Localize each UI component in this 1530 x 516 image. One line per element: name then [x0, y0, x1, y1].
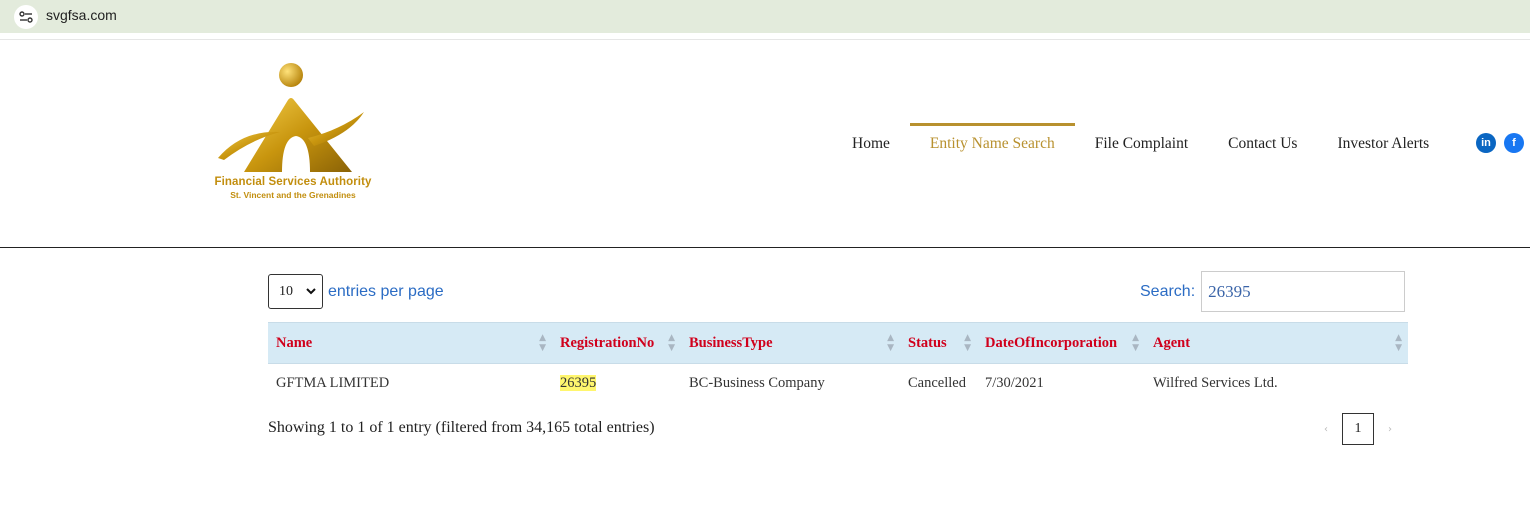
- sort-icon: ▲ ▼: [1395, 333, 1402, 353]
- site-info-icon[interactable]: [14, 5, 38, 29]
- cell-agent: Wilfred Services Ltd.: [1153, 375, 1278, 392]
- nav-contact-us[interactable]: Contact Us: [1208, 123, 1317, 168]
- browser-address-bar: svgfsa.com: [0, 0, 1530, 33]
- column-header-name[interactable]: Name ▲ ▼: [268, 322, 552, 364]
- search-input[interactable]: [1201, 271, 1406, 312]
- next-page-button[interactable]: ›: [1374, 424, 1406, 435]
- pagination: ‹ 1 ›: [1310, 413, 1406, 445]
- prev-page-button[interactable]: ‹: [1310, 424, 1342, 435]
- entity-results-table: Name ▲ ▼ RegistrationNo ▲ ▼ BusinessType ▲…: [268, 322, 1408, 404]
- logo-subtitle: St. Vincent and the Grenadines: [230, 190, 356, 200]
- sort-icon: ▲ ▼: [1132, 333, 1139, 353]
- column-header-agent[interactable]: Agent ▲ ▼: [1145, 322, 1408, 364]
- table-header-row: Name ▲ ▼ RegistrationNo ▲ ▼ BusinessType ▲…: [268, 322, 1408, 364]
- column-header-dateofincorporation[interactable]: DateOfIncorporation ▲ ▼: [977, 322, 1145, 364]
- cell-date-of-incorporation: 7/30/2021: [985, 375, 1044, 392]
- entries-length-control: 10 entries per page: [268, 274, 444, 309]
- nav-home[interactable]: Home: [832, 123, 910, 168]
- social-links: in f: [1476, 133, 1524, 153]
- entries-per-page-value: 10: [279, 283, 293, 299]
- nav-investor-alerts[interactable]: Investor Alerts: [1317, 123, 1449, 168]
- logo-emblem-icon: [218, 63, 364, 172]
- column-header-registrationno[interactable]: RegistrationNo ▲ ▼: [552, 322, 681, 364]
- chevron-down-icon: [306, 288, 316, 295]
- sort-icon: ▲ ▼: [887, 333, 894, 353]
- sort-icon: ▲ ▼: [668, 333, 675, 353]
- cell-status: Cancelled: [908, 375, 966, 392]
- facebook-icon[interactable]: f: [1504, 133, 1524, 153]
- column-header-status[interactable]: Status ▲ ▼: [900, 322, 977, 364]
- column-header-businesstype[interactable]: BusinessType ▲ ▼: [681, 322, 900, 364]
- sort-icon: ▲ ▼: [964, 333, 971, 353]
- page-button-current[interactable]: 1: [1342, 413, 1374, 445]
- entries-per-page-label: entries per page: [328, 282, 444, 300]
- table-info: Showing 1 to 1 of 1 entry (filtered from…: [268, 419, 655, 436]
- nav-entity-name-search[interactable]: Entity Name Search: [909, 123, 1075, 168]
- cell-business-type: BC-Business Company: [689, 375, 825, 392]
- entries-per-page-select[interactable]: 10: [268, 274, 323, 309]
- sort-icon: ▲ ▼: [539, 333, 546, 353]
- main-nav: Home Entity Name Search File Complaint C…: [832, 123, 1449, 168]
- address-url[interactable]: svgfsa.com: [46, 7, 117, 23]
- logo-title: Financial Services Authority: [214, 176, 372, 188]
- cell-name: GFTMA LIMITED: [276, 375, 390, 392]
- linkedin-icon[interactable]: in: [1476, 133, 1496, 153]
- search-highlight: 26395: [560, 375, 597, 392]
- cell-registration-no: 26395: [552, 364, 681, 404]
- nav-file-complaint[interactable]: File Complaint: [1075, 123, 1208, 168]
- table-row[interactable]: GFTMA LIMITED 26395 BC-Business Company …: [268, 364, 1408, 404]
- divider: [0, 39, 1530, 40]
- search-label: Search:: [1140, 282, 1196, 300]
- table-search: Search:: [1140, 271, 1406, 312]
- header-divider: [0, 247, 1530, 248]
- fsa-logo[interactable]: Financial Services Authority St. Vincent…: [200, 60, 390, 205]
